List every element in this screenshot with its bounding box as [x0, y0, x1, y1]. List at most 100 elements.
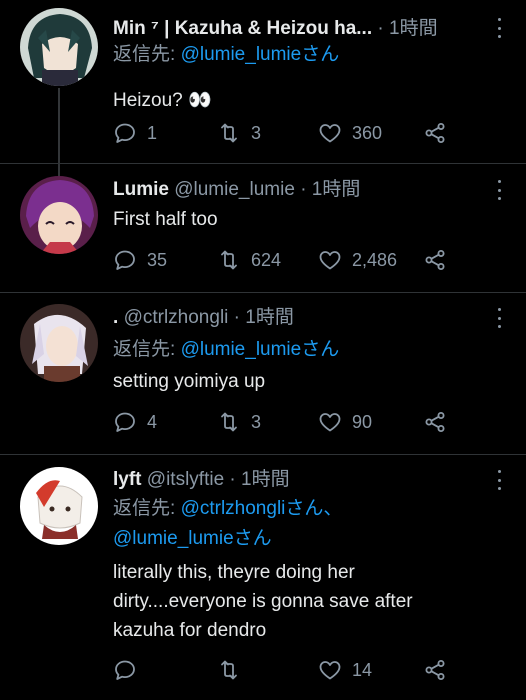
reply-button[interactable]: 4	[113, 409, 157, 435]
display-name[interactable]: lyft	[113, 469, 142, 490]
like-count: 90	[352, 411, 373, 432]
separator: ·	[377, 18, 384, 39]
share-icon	[425, 412, 445, 432]
share-button[interactable]	[423, 657, 447, 683]
reply-button[interactable]: 35	[113, 247, 167, 273]
user-handle[interactable]: @ctrlzhongli	[124, 307, 229, 328]
reply-icon	[115, 660, 135, 680]
tweet-text: literally this, theyre doing her dirty..…	[113, 558, 478, 645]
timestamp[interactable]: 1時間	[389, 18, 438, 39]
more-icon[interactable]	[494, 180, 504, 200]
retweet-icon	[221, 250, 237, 270]
user-handle[interactable]: @itslyftie	[147, 469, 224, 490]
display-name[interactable]: Min ⁷ | Kazuha & Heizou ha...	[113, 18, 372, 39]
avatar[interactable]	[20, 304, 98, 382]
like-count: 14	[352, 659, 373, 680]
thread-line	[58, 88, 60, 178]
retweet-count: 624	[251, 249, 282, 270]
reply-to-line: 返信先: @ctrlzhongliさん、	[113, 496, 478, 522]
avatar[interactable]	[20, 176, 98, 254]
like-icon	[319, 124, 341, 143]
reply-button[interactable]: 1	[113, 120, 157, 146]
reply-prefix: 返信先:	[113, 339, 181, 360]
tweet-text: First half too	[113, 209, 218, 230]
tweet-body: Min ⁷ | Kazuha & Heizou ha... · 1時間 返信先:…	[113, 16, 478, 115]
action-bar: 4 3 90	[113, 409, 473, 435]
like-icon	[319, 251, 341, 270]
mention-link[interactable]: @ctrlzhongliさん、	[181, 498, 343, 519]
tweet-header: lyft @itslyftie · 1時間	[113, 467, 478, 493]
tweet-text: setting yoimiya up	[113, 371, 266, 392]
retweet-button[interactable]	[217, 657, 251, 683]
reply-icon	[115, 123, 135, 143]
timestamp[interactable]: 1時間	[245, 307, 294, 328]
action-bar: 35 624 2,486	[113, 247, 473, 273]
retweet-button[interactable]: 3	[217, 409, 261, 435]
display-name[interactable]: Lumie	[113, 179, 169, 200]
action-bar: 1 3 360	[113, 120, 473, 146]
divider	[0, 454, 526, 455]
reply-button[interactable]	[113, 657, 147, 683]
share-button[interactable]	[423, 409, 447, 435]
reply-count: 35	[147, 249, 168, 270]
like-count: 2,486	[352, 249, 398, 270]
retweet-icon	[221, 123, 237, 143]
tweet-header: . @ctrlzhongli · 1時間	[113, 305, 478, 331]
like-button[interactable]: 360	[318, 120, 382, 146]
reply-prefix: 返信先:	[113, 44, 181, 65]
like-count: 360	[352, 122, 383, 143]
tweet-body: . @ctrlzhongli · 1時間 返信先: @lumie_lumieさん…	[113, 305, 478, 396]
separator: ·	[300, 179, 307, 200]
avatar-image	[20, 8, 98, 86]
reply-count: 4	[147, 411, 158, 432]
reply-to-line: 返信先: @lumie_lumieさん	[113, 42, 478, 68]
tweet-text-line: kazuha for dendro	[113, 620, 267, 641]
tweet-text-line: literally this, theyre doing her	[113, 562, 355, 583]
action-bar: 14	[113, 657, 473, 683]
tweet-text: Heizou? 👀	[113, 90, 212, 111]
share-icon	[425, 660, 445, 680]
share-icon	[425, 250, 445, 270]
reply-icon	[115, 250, 135, 270]
like-icon	[319, 413, 341, 432]
avatar-image	[20, 304, 98, 382]
retweet-button[interactable]: 3	[217, 120, 261, 146]
timestamp[interactable]: 1時間	[312, 179, 361, 200]
share-icon	[425, 123, 445, 143]
avatar-image	[20, 176, 98, 254]
timestamp[interactable]: 1時間	[241, 469, 290, 490]
reply-to-line-continued: @lumie_lumieさん	[113, 526, 478, 552]
tweet-text-line: dirty....everyone is gonna save after	[113, 591, 413, 612]
more-icon[interactable]	[494, 308, 504, 328]
reply-count: 1	[147, 122, 158, 143]
like-button[interactable]: 14	[318, 657, 372, 683]
divider	[0, 292, 526, 293]
more-icon[interactable]	[494, 470, 504, 490]
retweet-icon	[221, 660, 237, 680]
avatar[interactable]	[20, 467, 98, 545]
avatar[interactable]	[20, 8, 98, 86]
reply-icon	[115, 412, 135, 432]
separator: ·	[233, 307, 240, 328]
user-handle[interactable]: @lumie_lumie	[174, 179, 295, 200]
reply-to-line: 返信先: @lumie_lumieさん	[113, 337, 478, 363]
tweet-header: Lumie @lumie_lumie · 1時間	[113, 177, 478, 203]
like-icon	[319, 661, 341, 680]
tweet-body: Lumie @lumie_lumie · 1時間 First half too	[113, 177, 478, 234]
retweet-button[interactable]: 624	[217, 247, 281, 273]
mention-link[interactable]: @lumie_lumieさん	[113, 528, 272, 549]
divider	[0, 163, 526, 164]
tweet-header: Min ⁷ | Kazuha & Heizou ha... · 1時間	[113, 16, 478, 42]
display-name[interactable]: .	[113, 307, 118, 328]
separator: ·	[229, 469, 236, 490]
share-button[interactable]	[423, 120, 447, 146]
retweet-count: 3	[251, 411, 262, 432]
avatar-image	[20, 467, 98, 545]
like-button[interactable]: 90	[318, 409, 372, 435]
more-icon[interactable]	[494, 18, 504, 38]
mention-link[interactable]: @lumie_lumieさん	[181, 339, 340, 360]
mention-link[interactable]: @lumie_lumieさん	[181, 44, 340, 65]
share-button[interactable]	[423, 247, 447, 273]
retweet-count: 3	[251, 122, 262, 143]
like-button[interactable]: 2,486	[318, 247, 397, 273]
